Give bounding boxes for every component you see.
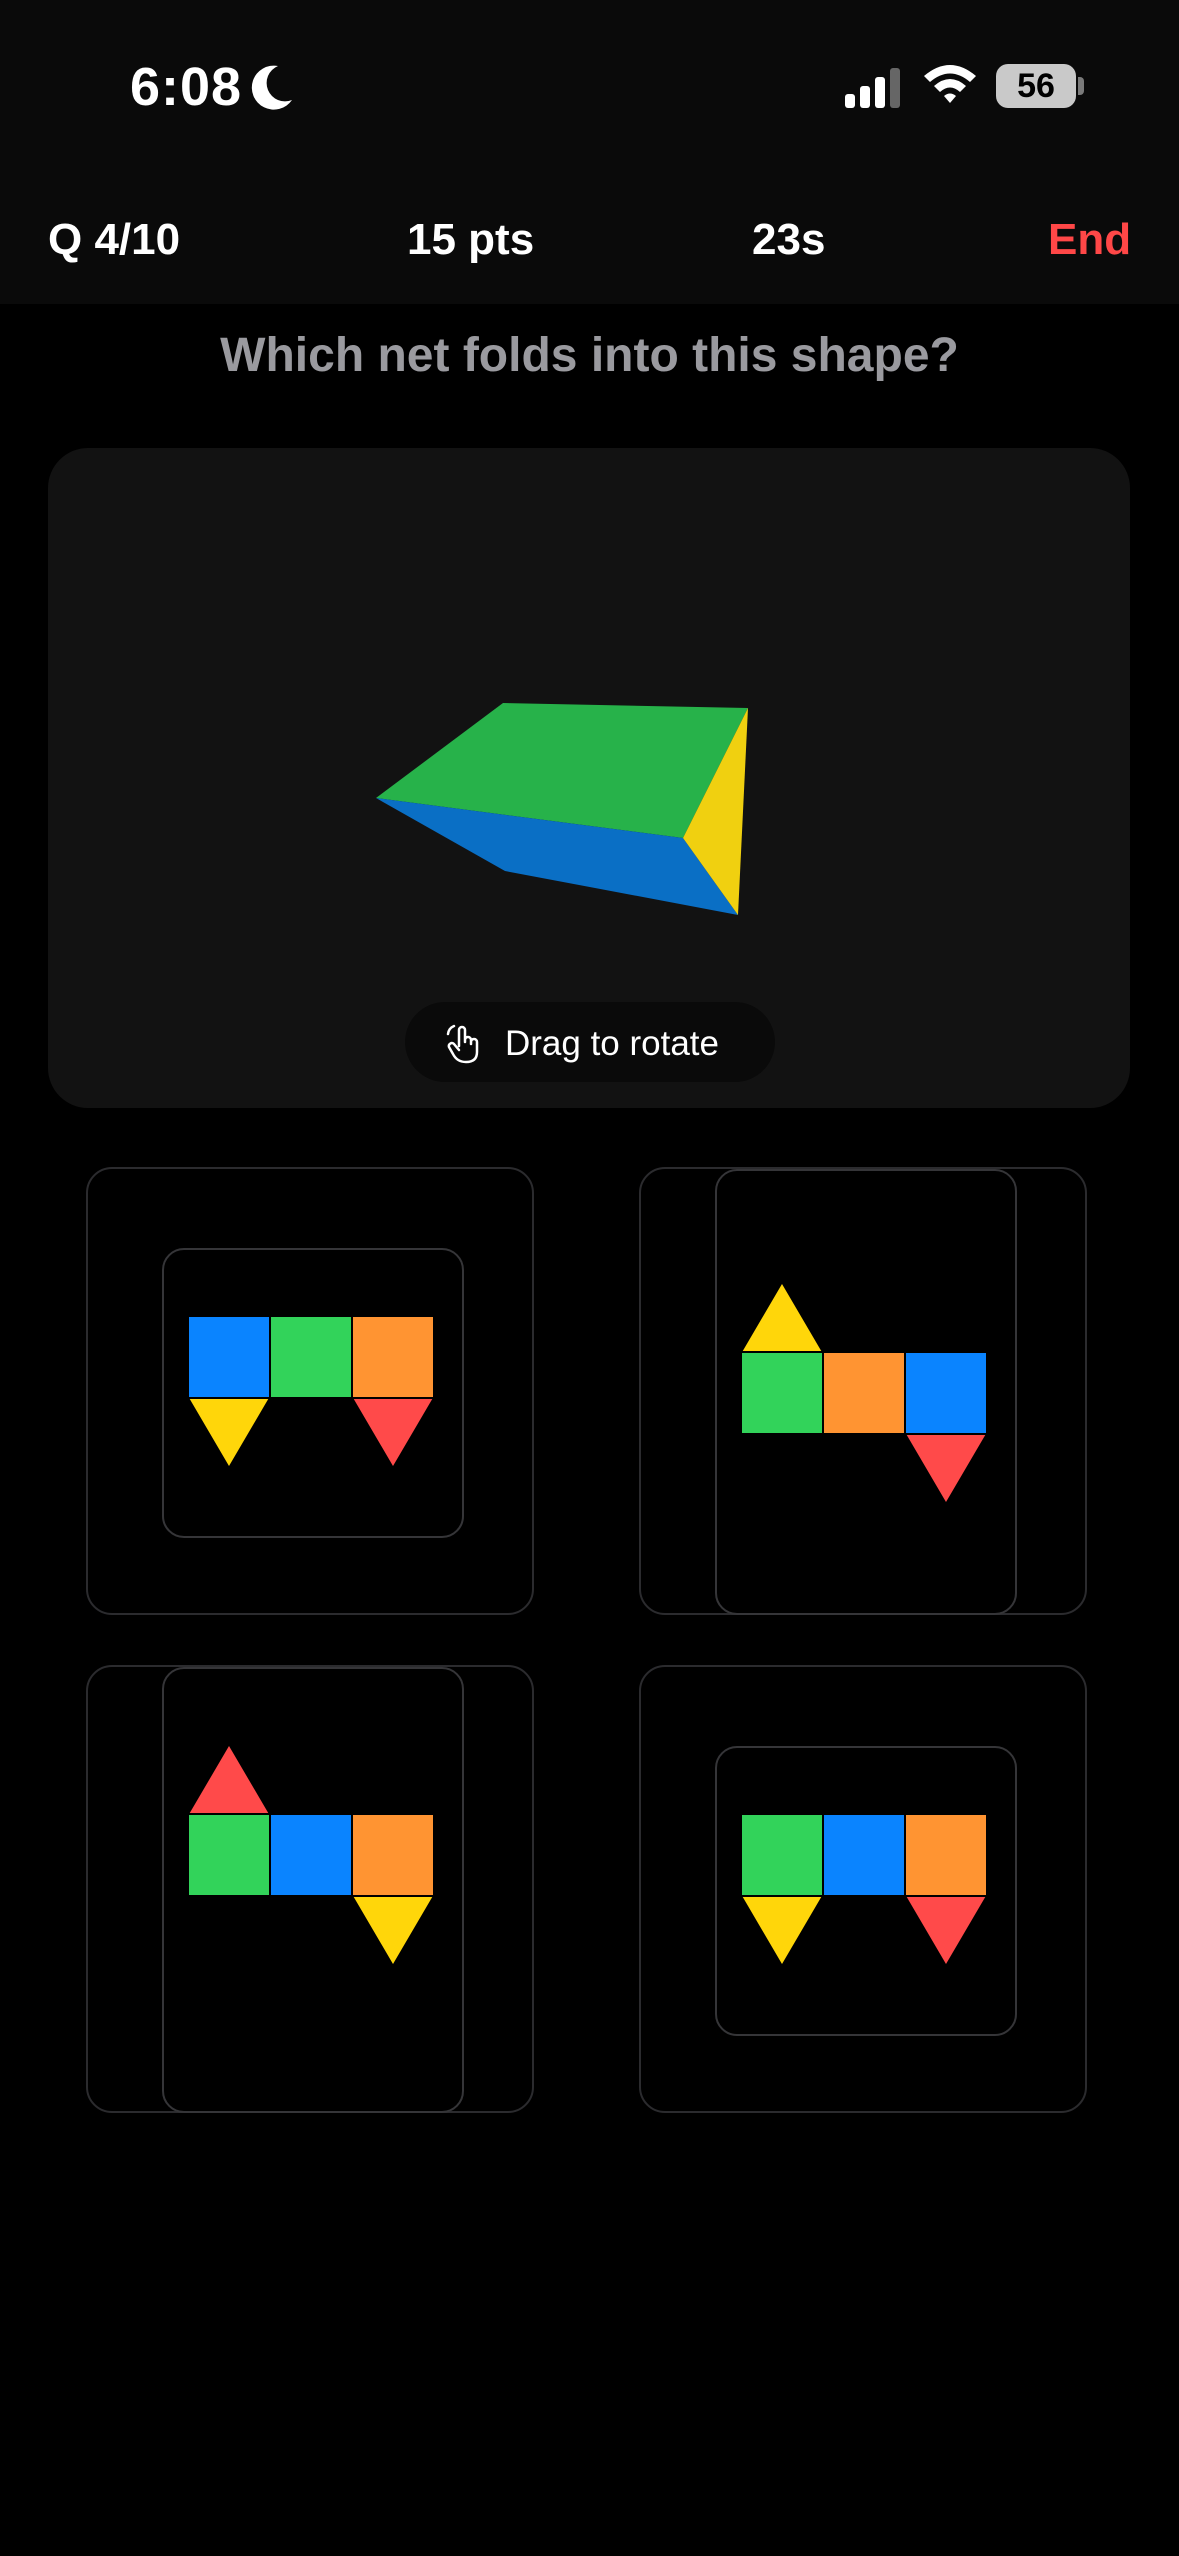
net-triangle-yellow	[739, 1895, 825, 1968]
net-square-blue	[822, 1813, 906, 1897]
net-square-orange	[904, 1813, 988, 1897]
net-square-green	[740, 1813, 824, 1897]
option-4-net	[739, 1813, 989, 1968]
net-triangle-red	[903, 1895, 989, 1968]
